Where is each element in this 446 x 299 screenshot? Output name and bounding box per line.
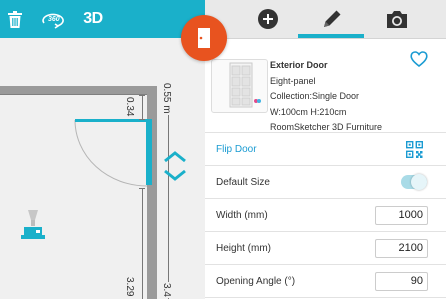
dimension-label-lower-left[interactable]: 3.29 bbox=[124, 276, 135, 298]
width-label: Width (mm) bbox=[216, 209, 268, 221]
product-style: Eight-panel bbox=[270, 75, 316, 86]
dimension-line bbox=[168, 83, 169, 299]
height-label: Height (mm) bbox=[216, 242, 272, 254]
light-fixture-icon[interactable] bbox=[20, 210, 46, 246]
view-360-button[interactable]: 360 bbox=[40, 0, 68, 38]
delete-button[interactable] bbox=[4, 0, 26, 38]
toggle-knob bbox=[411, 174, 427, 190]
door-icon bbox=[198, 28, 210, 48]
opening-angle-input[interactable] bbox=[375, 271, 428, 291]
canvas-toolbar: 360 3D bbox=[0, 0, 205, 38]
plus-circle-icon bbox=[258, 9, 278, 29]
properties-panel: Exterior Door Eight-panel Collection:Sin… bbox=[205, 39, 446, 299]
tab-camera[interactable] bbox=[383, 0, 411, 38]
selected-object-badge[interactable] bbox=[181, 15, 227, 61]
dimension-line bbox=[142, 95, 143, 120]
floor-plan-canvas[interactable]: 0.34 0.55 m 3.29 3.4 bbox=[0, 38, 205, 299]
door-frame[interactable] bbox=[146, 119, 152, 185]
tab-edit[interactable] bbox=[318, 0, 346, 38]
dimension-line bbox=[142, 188, 143, 299]
default-size-label: Default Size bbox=[216, 176, 270, 188]
qr-code-icon[interactable] bbox=[406, 140, 423, 158]
active-tab-indicator bbox=[298, 34, 364, 38]
door-swing-arc bbox=[74, 119, 148, 187]
product-info: Exterior Door Eight-panel Collection:Sin… bbox=[270, 58, 382, 136]
product-title: Exterior Door bbox=[270, 60, 328, 70]
camera-icon bbox=[387, 10, 407, 28]
door-thumbnail-image bbox=[229, 62, 261, 108]
dimension-tick bbox=[139, 188, 145, 189]
dimension-label-top-right[interactable]: 0.55 m bbox=[161, 82, 172, 115]
wall-right[interactable] bbox=[147, 86, 157, 299]
product-dimensions: W:100cm H:210cm bbox=[270, 106, 347, 117]
dimension-label-upper[interactable]: 0.34 bbox=[124, 96, 135, 118]
width-row: Width (mm) bbox=[205, 199, 446, 232]
flip-door-link[interactable]: Flip Door bbox=[216, 144, 257, 155]
svg-text:360: 360 bbox=[48, 16, 60, 23]
product-card: Exterior Door Eight-panel Collection:Sin… bbox=[205, 39, 446, 133]
view-3d-button[interactable]: 3D bbox=[80, 0, 106, 38]
pencil-icon bbox=[324, 10, 341, 27]
wall-edge bbox=[0, 94, 148, 95]
product-collection: Collection:Single Door bbox=[270, 91, 360, 101]
product-thumbnail bbox=[211, 59, 268, 113]
tab-add[interactable] bbox=[255, 0, 281, 38]
trash-icon bbox=[8, 10, 22, 28]
dimension-tick bbox=[139, 95, 145, 96]
move-arrows-icon[interactable] bbox=[163, 151, 187, 181]
default-size-toggle[interactable] bbox=[401, 174, 427, 190]
height-row: Height (mm) bbox=[205, 232, 446, 265]
width-input[interactable] bbox=[375, 205, 428, 225]
favorite-heart-icon[interactable] bbox=[410, 51, 428, 67]
default-size-row: Default Size bbox=[205, 166, 446, 199]
dimension-tick bbox=[139, 119, 145, 120]
flip-door-row: Flip Door bbox=[205, 133, 446, 166]
opening-angle-row: Opening Angle (°) bbox=[205, 265, 446, 298]
door-leaf[interactable] bbox=[75, 119, 147, 122]
dimension-label-lower-right[interactable]: 3.4 bbox=[161, 282, 172, 298]
height-input[interactable] bbox=[375, 238, 428, 258]
opening-angle-label: Opening Angle (°) bbox=[216, 275, 296, 287]
rotate-360-icon: 360 bbox=[42, 13, 64, 29]
